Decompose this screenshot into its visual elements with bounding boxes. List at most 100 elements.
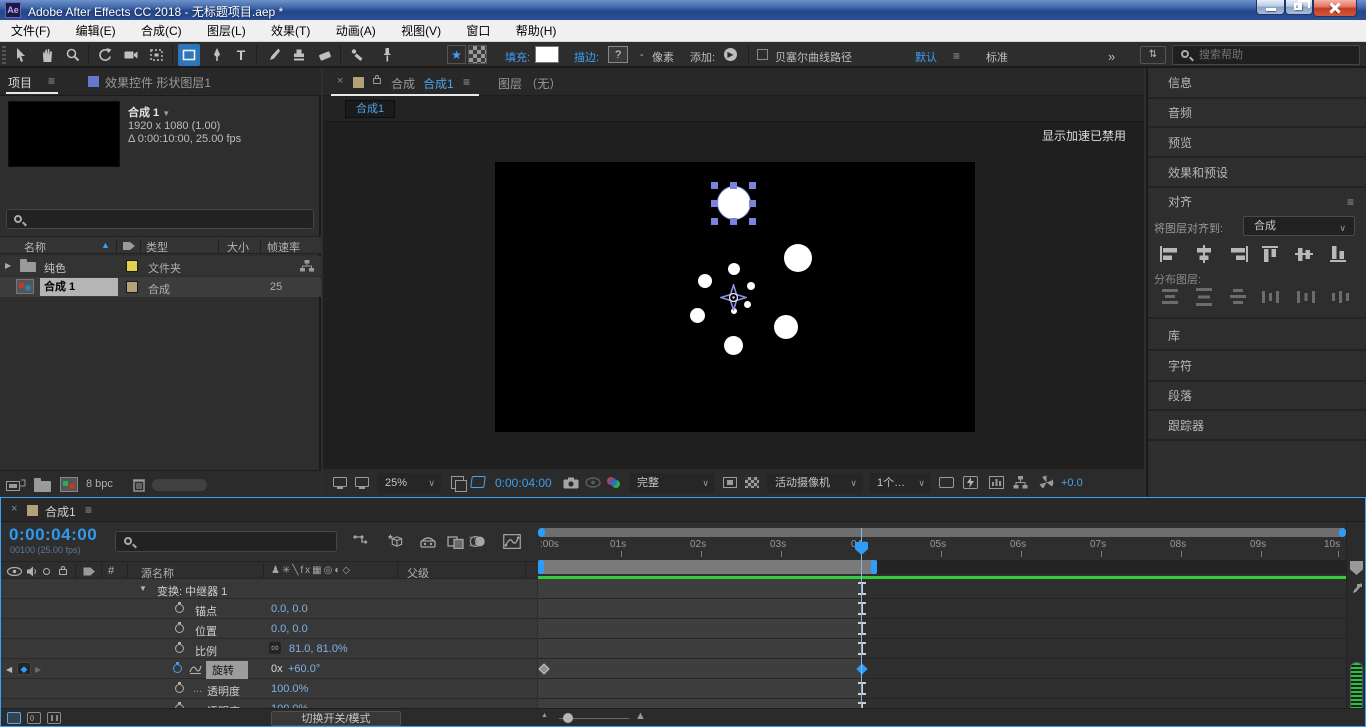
mask-visibility-icon[interactable]: [470, 476, 486, 488]
selection-handle[interactable]: [711, 200, 718, 207]
hand-tool[interactable]: [36, 44, 58, 66]
track-row[interactable]: [538, 579, 1346, 599]
comp-mini-flowchart-icon[interactable]: [353, 534, 371, 549]
property-label[interactable]: 透明度: [207, 683, 240, 699]
timeline-horizontal-navigator[interactable]: [538, 528, 1346, 537]
shape-circle[interactable]: [690, 308, 705, 323]
workspace-menu-icon[interactable]: ≡: [953, 49, 960, 63]
pen-tool[interactable]: [206, 44, 228, 66]
fill-color-swatch[interactable]: [535, 46, 559, 63]
delete-icon[interactable]: [132, 477, 146, 492]
label-column-icon[interactable]: [83, 567, 96, 576]
anchor-point-icon[interactable]: [720, 284, 747, 311]
align-vertical-center-button[interactable]: [1292, 243, 1320, 265]
label-column-icon[interactable]: [122, 241, 136, 251]
rotate-tool[interactable]: [94, 44, 116, 66]
draft-3d-icon[interactable]: [387, 534, 405, 549]
workspace-default[interactable]: 默认: [915, 49, 937, 65]
flyout-triangle-icon[interactable]: ▼: [162, 109, 170, 118]
distribute-vertical-center-button[interactable]: [1190, 286, 1218, 308]
tab-effect-controls[interactable]: 效果控件 形状图层1: [105, 74, 211, 91]
align-bottom-button[interactable]: [1326, 243, 1354, 265]
shape-circle[interactable]: [728, 263, 740, 275]
distribute-bottom-button[interactable]: [1224, 286, 1252, 308]
lock-icon[interactable]: [59, 569, 67, 575]
distribute-left-button[interactable]: [1258, 286, 1286, 308]
selection-handle[interactable]: [730, 182, 737, 189]
track-row[interactable]: [538, 679, 1346, 699]
help-search-box[interactable]: [1172, 45, 1360, 65]
interpret-footage-icon[interactable]: [6, 478, 26, 491]
keyframe-diamond[interactable]: [538, 663, 549, 674]
property-row-opacity[interactable]: ... 透明度 100.0%: [1, 679, 537, 699]
shape-circle[interactable]: [724, 336, 743, 355]
timeline-search-input[interactable]: [144, 533, 329, 550]
distribute-horizontal-center-button[interactable]: [1292, 286, 1320, 308]
new-composition-icon[interactable]: [60, 477, 78, 492]
comp-flowchart-icon[interactable]: [1013, 476, 1028, 489]
zoom-out-mountain-icon[interactable]: ▲: [541, 712, 548, 719]
camera-tool[interactable]: [120, 44, 142, 66]
tab-project[interactable]: 项目: [8, 74, 32, 91]
frame-blending-icon[interactable]: [447, 534, 465, 549]
choose-grid-icon[interactable]: [451, 476, 464, 489]
property-label-selected[interactable]: 旋转: [206, 661, 248, 680]
previous-keyframe-icon[interactable]: ◀: [6, 665, 12, 674]
pixel-aspect-correction-icon[interactable]: [939, 477, 954, 488]
panel-libraries[interactable]: 库: [1148, 317, 1366, 351]
expand-layer-switches-button[interactable]: [7, 712, 21, 724]
playhead-line[interactable]: [861, 528, 862, 708]
camera-dropdown[interactable]: 活动摄像机 ∨: [767, 473, 863, 493]
view-layout-dropdown[interactable]: 1个… ∨: [869, 473, 931, 493]
stroke-width-value[interactable]: -: [640, 49, 644, 61]
primary-viewer-icon[interactable]: [355, 477, 369, 487]
link-dimensions-icon[interactable]: ∞: [269, 642, 281, 654]
restore-button[interactable]: [1285, 0, 1313, 15]
property-row-rotation[interactable]: ◀ ◆ ▶ 旋转 0x +60.0°: [1, 659, 537, 679]
active-comp-name[interactable]: 合成1: [423, 75, 454, 92]
track-row[interactable]: [538, 639, 1346, 659]
fill-over-stroke-star[interactable]: ★: [447, 45, 466, 64]
group-label[interactable]: 变换: 中继器 1: [157, 583, 227, 599]
next-keyframe-icon[interactable]: ▶: [35, 665, 41, 674]
timeline-panel-menu-icon[interactable]: ≡: [85, 503, 92, 517]
viewer-timecode[interactable]: 0:00:04:00: [495, 476, 552, 490]
project-search-input[interactable]: [33, 211, 303, 227]
rotation-multiplier[interactable]: 0x: [271, 663, 283, 675]
pan-behind-tool[interactable]: [146, 44, 168, 66]
expand-triangle-icon[interactable]: ▶: [5, 261, 11, 270]
align-top-button[interactable]: [1258, 243, 1286, 265]
add-menu-icon[interactable]: ▶: [724, 48, 737, 61]
motion-blur-icon[interactable]: [469, 534, 487, 549]
menu-edit[interactable]: 编辑(E): [65, 20, 127, 42]
property-row-anchor[interactable]: 锚点 0.0, 0.0: [1, 599, 537, 619]
lock-icon[interactable]: [373, 78, 381, 84]
solo-icon[interactable]: [43, 568, 50, 575]
sort-ascending-icon[interactable]: ▲: [101, 240, 110, 250]
selection-handle[interactable]: [711, 218, 718, 225]
stopwatch-icon[interactable]: [175, 604, 184, 613]
snapshot-icon[interactable]: [563, 477, 579, 489]
align-panel-menu-icon[interactable]: ≡: [1347, 188, 1354, 216]
project-panel-menu-icon[interactable]: ≡: [48, 74, 55, 88]
stopwatch-icon[interactable]: [175, 684, 184, 693]
column-separator[interactable]: [260, 239, 261, 253]
comp-panel-label[interactable]: 合成: [391, 75, 415, 92]
graph-toggle-icon[interactable]: [189, 663, 202, 674]
new-folder-icon[interactable]: [34, 481, 51, 492]
align-right-button[interactable]: [1224, 243, 1252, 265]
menu-animation[interactable]: 动画(A): [325, 20, 387, 42]
show-snapshot-icon[interactable]: [585, 477, 601, 488]
viewer-panel-menu-icon[interactable]: ≡: [463, 75, 470, 89]
menu-view[interactable]: 视图(V): [390, 20, 452, 42]
property-row-position[interactable]: 位置 0.0, 0.0: [1, 619, 537, 639]
item-name[interactable]: 纯色: [44, 260, 66, 276]
property-label[interactable]: 锚点: [195, 603, 217, 619]
panel-tracker[interactable]: 跟踪器: [1148, 411, 1366, 441]
label-color-swatch[interactable]: [126, 281, 138, 293]
bit-depth-button[interactable]: 8 bpc: [86, 478, 113, 490]
project-row-comp[interactable]: 合成 1 合成 25: [0, 277, 321, 297]
shape-circle[interactable]: [784, 244, 812, 272]
tab-close-icon[interactable]: ×: [337, 75, 343, 87]
property-label[interactable]: 位置: [195, 623, 217, 639]
